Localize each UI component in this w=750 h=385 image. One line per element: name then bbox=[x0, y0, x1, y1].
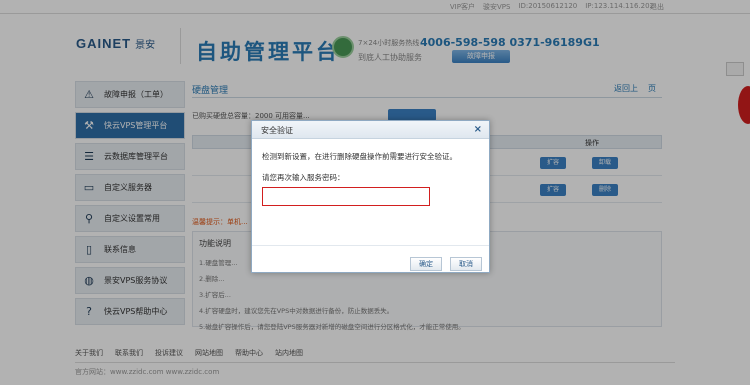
close-icon[interactable]: × bbox=[474, 124, 482, 135]
security-verify-dialog: 安全验证 × 检测到新设置，在进行删除硬盘操作前需要进行安全验证。 请您再次输入… bbox=[251, 120, 490, 273]
confirm-button[interactable]: 确定 bbox=[410, 257, 442, 271]
service-password-input[interactable] bbox=[262, 187, 430, 206]
password-prompt: 请您再次输入服务密码： bbox=[262, 173, 345, 182]
cancel-button[interactable]: 取消 bbox=[450, 257, 482, 271]
dialog-footer: 确定 取消 bbox=[252, 245, 489, 273]
dialog-header: 安全验证 × bbox=[252, 121, 489, 139]
dialog-title: 安全验证 bbox=[261, 126, 293, 135]
dialog-message: 检测到新设置，在进行删除硬盘操作前需要进行安全验证。 bbox=[262, 152, 457, 161]
